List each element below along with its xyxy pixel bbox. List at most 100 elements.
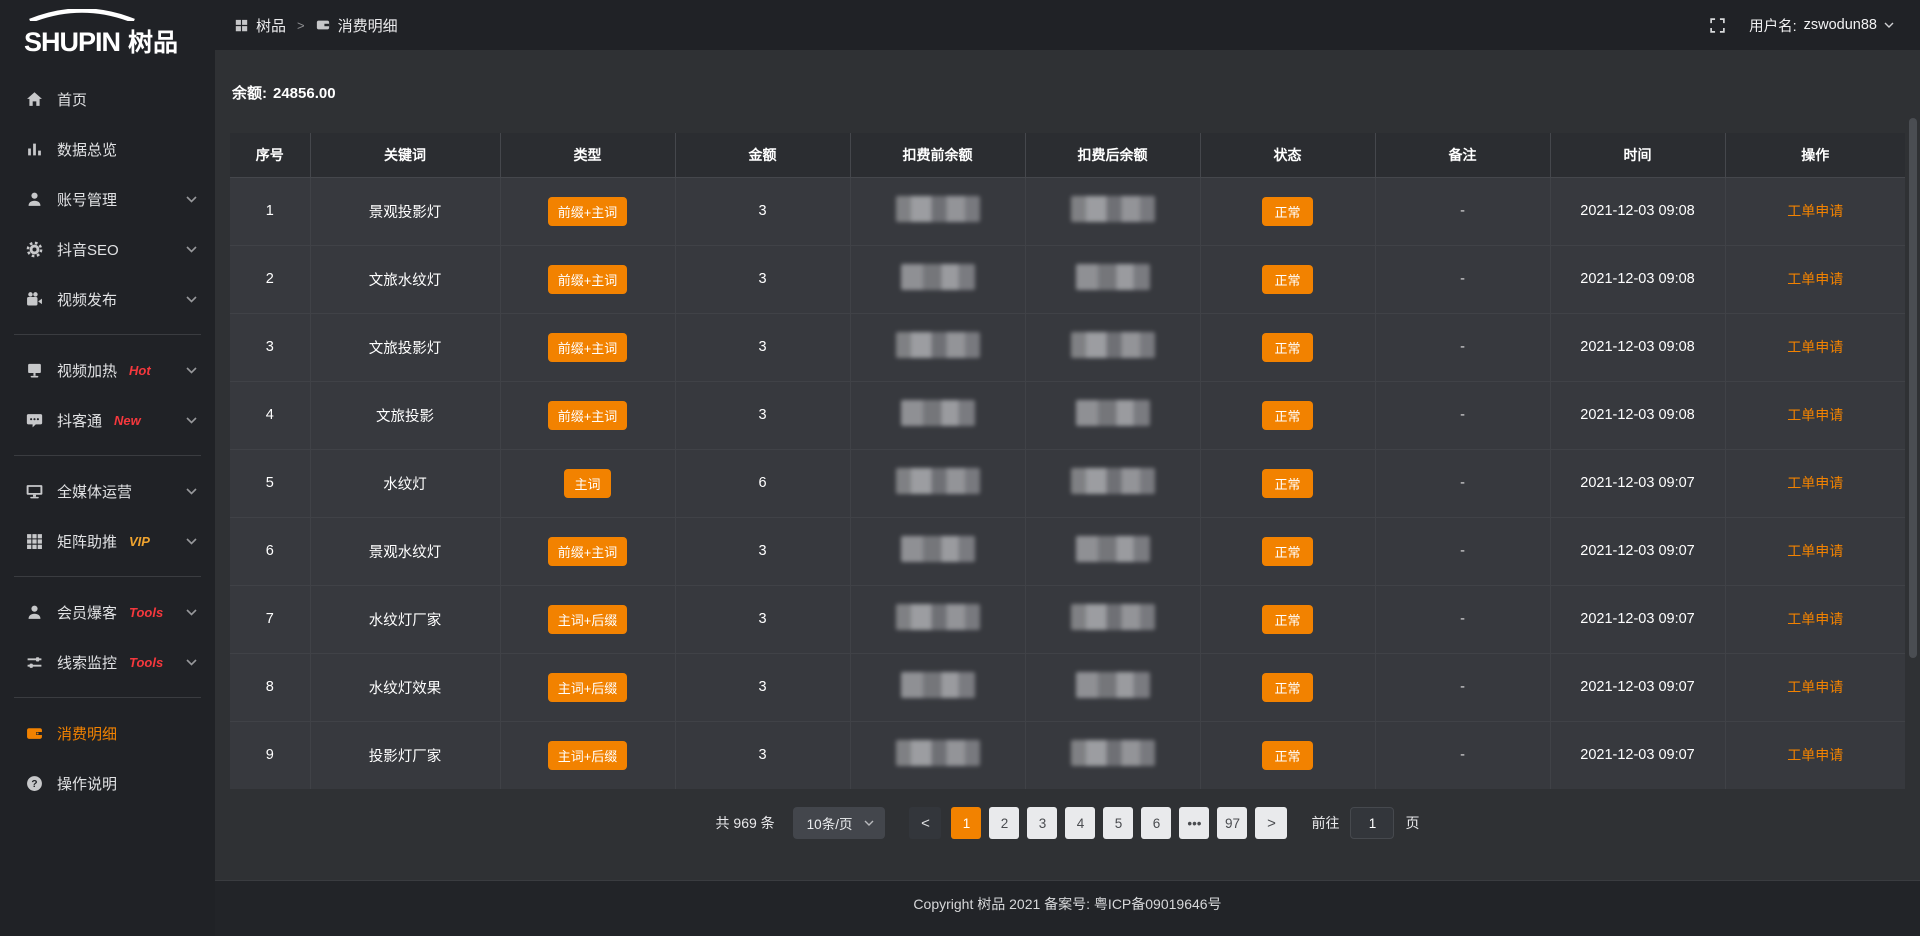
table-row: 3 文旅投影灯 前缀+主词 3 正常 - 2021-12-03 09:08 工单… [230, 313, 1905, 381]
breadcrumb-home[interactable]: 树品 [256, 15, 286, 36]
sidebar-item-label: 视频加热 [57, 360, 117, 381]
sidebar-item-douketong[interactable]: 抖客通 New [0, 395, 215, 445]
status-badge: 正常 [1262, 605, 1312, 634]
cell-keyword: 水纹灯 [310, 449, 500, 517]
sidebar-item-home[interactable]: 首页 [0, 74, 215, 124]
cell-balance-after [1025, 449, 1200, 517]
cell-type: 主词 [500, 449, 675, 517]
sidebar-item-account-management[interactable]: 账号管理 [0, 174, 215, 224]
cell-amount: 3 [675, 721, 850, 789]
type-badge: 前缀+主词 [548, 537, 628, 566]
sidebar-item-label: 线索监控 [57, 652, 117, 673]
cell-action: 工单申请 [1725, 381, 1905, 449]
ticket-apply-link[interactable]: 工单申请 [1787, 271, 1843, 287]
page-button-2[interactable]: 2 [989, 807, 1019, 839]
page-button-6[interactable]: 6 [1141, 807, 1171, 839]
member-icon [26, 604, 43, 621]
cell-status: 正常 [1200, 449, 1375, 517]
tools-tag: Tools [129, 605, 163, 620]
sidebar-item-omnimedia-operation[interactable]: 全媒体运营 [0, 466, 215, 516]
cell-status: 正常 [1200, 517, 1375, 585]
sidebar-item-lead-monitor[interactable]: 线索监控 Tools [0, 637, 215, 687]
page-size-value: 10条/页 [807, 813, 853, 833]
page-button-3[interactable]: 3 [1027, 807, 1057, 839]
chevron-down-icon [186, 538, 197, 545]
topbar-right: 用户名: zswodun88 [1710, 15, 1894, 36]
cell-type: 主词+后缀 [500, 585, 675, 653]
menu-divider [14, 697, 201, 698]
sidebar-item-label: 全媒体运营 [57, 481, 132, 502]
ticket-apply-link[interactable]: 工单申请 [1787, 407, 1843, 423]
redacted-value [901, 400, 975, 426]
prev-page-button[interactable]: < [909, 807, 941, 839]
cell-time: 2021-12-03 09:07 [1550, 449, 1725, 517]
cell-status: 正常 [1200, 653, 1375, 721]
status-badge: 正常 [1262, 673, 1312, 702]
column-header-amount: 金额 [675, 133, 850, 177]
sidebar-item-video-heat[interactable]: 视频加热 Hot [0, 345, 215, 395]
total-count: 共 969 条 [716, 813, 775, 833]
balance-value: 24856.00 [273, 85, 336, 102]
chevron-down-icon [186, 417, 197, 424]
cell-index: 6 [230, 517, 310, 585]
page-button-97[interactable]: 97 [1217, 807, 1247, 839]
page-size-select[interactable]: 10条/页 [793, 807, 886, 839]
table-row: 4 文旅投影 前缀+主词 3 正常 - 2021-12-03 09:08 工单申… [230, 381, 1905, 449]
type-badge: 主词+后缀 [548, 605, 628, 634]
ticket-apply-link[interactable]: 工单申请 [1787, 543, 1843, 559]
ticket-apply-link[interactable]: 工单申请 [1787, 203, 1843, 219]
cell-index: 3 [230, 313, 310, 381]
ellipsis-pages-button[interactable]: ••• [1179, 807, 1209, 839]
content: 余额:24856.00 序号 关键词 类型 金额 扣费前余额 扣费后余额 状态 … [215, 50, 1920, 880]
column-header-balance-before: 扣费前余额 [850, 133, 1025, 177]
menu-divider [14, 576, 201, 577]
status-badge: 正常 [1262, 741, 1312, 770]
sidebar-item-data-overview[interactable]: 数据总览 [0, 124, 215, 174]
goto-page-input[interactable]: 1 [1350, 807, 1394, 839]
cell-type: 前缀+主词 [500, 517, 675, 585]
next-page-button[interactable]: > [1255, 807, 1287, 839]
sidebar-item-video-publish[interactable]: 视频发布 [0, 274, 215, 324]
logo-text-cn: 树品 [128, 31, 178, 56]
pagination: 共 969 条 10条/页 < 1 2 3 4 5 6 ••• 97 > 前往 … [230, 807, 1905, 839]
sidebar-item-member-burst[interactable]: 会员爆客 Tools [0, 587, 215, 637]
redacted-value [896, 332, 980, 358]
cell-balance-before [850, 721, 1025, 789]
cell-index: 9 [230, 721, 310, 789]
cell-index: 4 [230, 381, 310, 449]
sidebar-item-label: 会员爆客 [57, 602, 117, 623]
sidebar-item-consumption-detail[interactable]: 消费明细 [0, 708, 215, 758]
fullscreen-icon[interactable] [1710, 18, 1725, 33]
tools-tag: Tools [129, 655, 163, 670]
status-badge: 正常 [1262, 401, 1312, 430]
ticket-apply-link[interactable]: 工单申请 [1787, 611, 1843, 627]
home-icon [26, 91, 43, 108]
cell-time: 2021-12-03 09:08 [1550, 313, 1725, 381]
page-button-1[interactable]: 1 [951, 807, 981, 839]
scrollbar-thumb[interactable] [1909, 118, 1917, 658]
sidebar-item-operation-guide[interactable]: ? 操作说明 [0, 758, 215, 808]
logo-arc [26, 9, 138, 21]
type-badge: 前缀+主词 [548, 265, 628, 294]
chevron-down-icon [186, 367, 197, 374]
cell-time: 2021-12-03 09:07 [1550, 517, 1725, 585]
page-button-5[interactable]: 5 [1103, 807, 1133, 839]
ticket-apply-link[interactable]: 工单申请 [1787, 679, 1843, 695]
cell-amount: 3 [675, 517, 850, 585]
ticket-apply-link[interactable]: 工单申请 [1787, 747, 1843, 763]
sidebar-item-douyin-seo[interactable]: 抖音SEO [0, 224, 215, 274]
ticket-apply-link[interactable]: 工单申请 [1787, 339, 1843, 355]
cell-type: 主词+后缀 [500, 721, 675, 789]
screen-board-icon [26, 362, 43, 379]
cell-keyword: 文旅水纹灯 [310, 245, 500, 313]
cell-index: 1 [230, 177, 310, 245]
user-menu[interactable]: 用户名: zswodun88 [1749, 15, 1894, 36]
gear-icon [26, 241, 43, 258]
chevron-down-icon [186, 246, 197, 253]
cell-type: 前缀+主词 [500, 245, 675, 313]
cell-action: 工单申请 [1725, 653, 1905, 721]
sidebar-item-matrix-boost[interactable]: 矩阵助推 VIP [0, 516, 215, 566]
chevron-down-icon [186, 659, 197, 666]
page-button-4[interactable]: 4 [1065, 807, 1095, 839]
ticket-apply-link[interactable]: 工单申请 [1787, 475, 1843, 491]
